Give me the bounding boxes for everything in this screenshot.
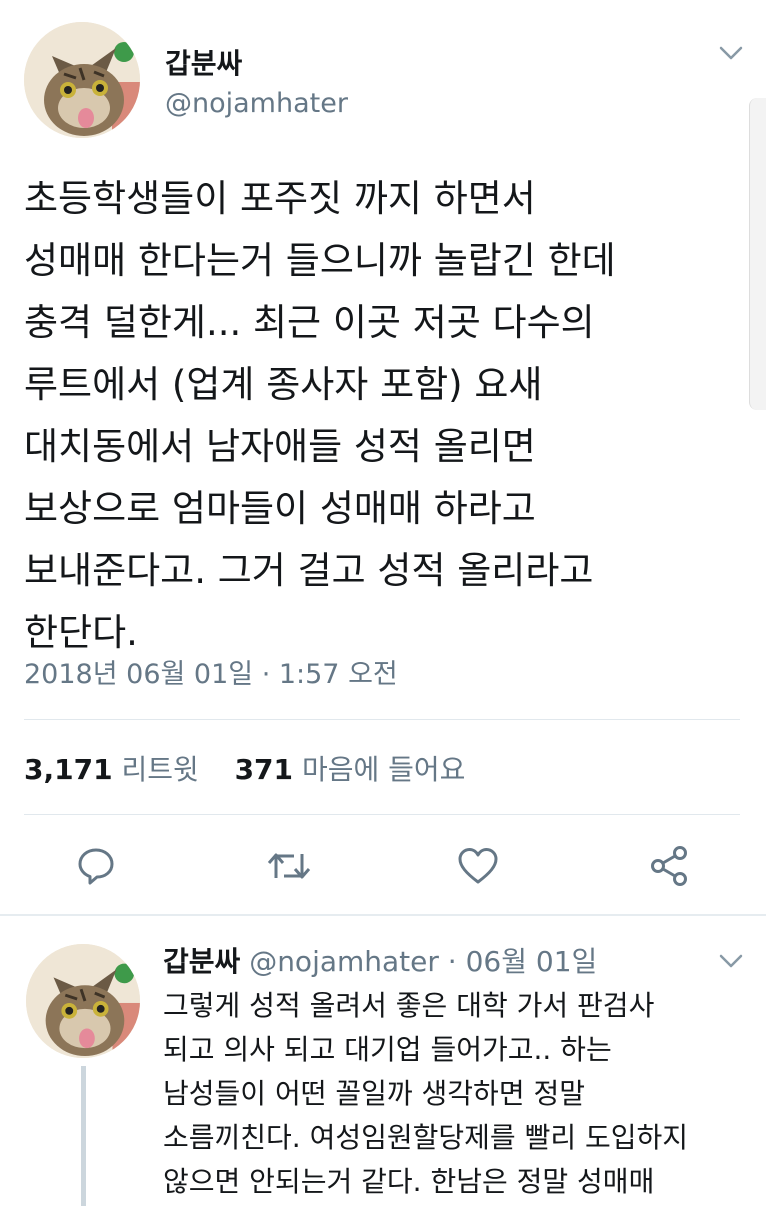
retweet-label[interactable]: 리트윗 (121, 753, 198, 786)
avatar[interactable] (26, 944, 140, 1058)
tweet-text-line: 루트에서 (업계 종사자 포함) 요새 (24, 363, 543, 406)
reply-text-line: 그렇게 성적 올려서 좋은 대학 가서 판검사 (163, 989, 655, 1022)
divider (24, 719, 740, 720)
chevron-down-icon[interactable] (718, 952, 744, 970)
reply-text-line: 소름끼친다. 여성임원할당제를 빨리 도입하지 (163, 1121, 689, 1154)
reply-text: 그렇게 성적 올려서 좋은 대학 가서 판검사 되고 의사 되고 대기업 들어가… (163, 984, 743, 1204)
retweet-count[interactable]: 3,171 (24, 753, 113, 786)
reply-display-name[interactable]: 갑분싸 (163, 945, 240, 978)
like-count[interactable]: 371 (235, 753, 293, 786)
tweet-text: 초등학생들이 포주짓 까지 하면서 성매매 한다는거 들으니까 놀랍긴 한데 충… (24, 168, 744, 664)
cat-avatar-image (26, 944, 140, 1058)
scrollbar[interactable] (749, 98, 766, 410)
reply-text-line: 남성들이 어떤 꼴일까 생각하면 정말 (163, 1077, 586, 1110)
avatar[interactable] (24, 22, 140, 138)
tweet-text-line: 보상으로 엄마들이 성매매 하라고 (24, 487, 536, 530)
divider (24, 814, 740, 815)
tweet-text-line: 보내준다고. 그거 걸고 성적 올리라고 (24, 549, 594, 592)
heart-icon[interactable] (456, 844, 500, 888)
like-label[interactable]: 마음에 들어요 (302, 753, 465, 786)
reply-icon[interactable] (74, 844, 118, 888)
tweet-timestamp[interactable]: 2018년 06월 01일 · 1:57 오전 (24, 652, 398, 691)
reply-text-line: 되고 의사 되고 대기업 들어가고.. 하는 (163, 1033, 612, 1066)
tweet-text-line: 초등학생들이 포주짓 까지 하면서 (24, 177, 536, 220)
tweet-text-line: 충격 덜한게... 최근 이곳 저곳 다수의 (24, 301, 595, 344)
user-handle[interactable]: @nojamhater (165, 88, 348, 119)
display-name[interactable]: 갑분싸 (165, 42, 242, 82)
tweet-text-line: 성매매 한다는거 들으니까 놀랍긴 한데 (24, 239, 616, 282)
chevron-down-icon[interactable] (718, 44, 744, 62)
reply-text-line: 않으면 안되는거 같다. 한남은 정말 성매매 (163, 1165, 655, 1198)
share-icon[interactable] (648, 844, 692, 888)
tweet-stats: 3,171 리트윗 371 마음에 들어요 (24, 748, 465, 788)
thread-line (81, 1066, 86, 1206)
retweet-icon[interactable] (264, 844, 314, 888)
tweet-text-line: 대치동에서 남자애들 성적 올리면 (24, 425, 536, 468)
section-divider (0, 914, 766, 916)
cat-avatar-image (24, 22, 140, 138)
reply-meta[interactable]: @nojamhater · 06월 01일 (249, 945, 597, 978)
reply-header: 갑분싸 @nojamhater · 06월 01일 (163, 940, 597, 980)
